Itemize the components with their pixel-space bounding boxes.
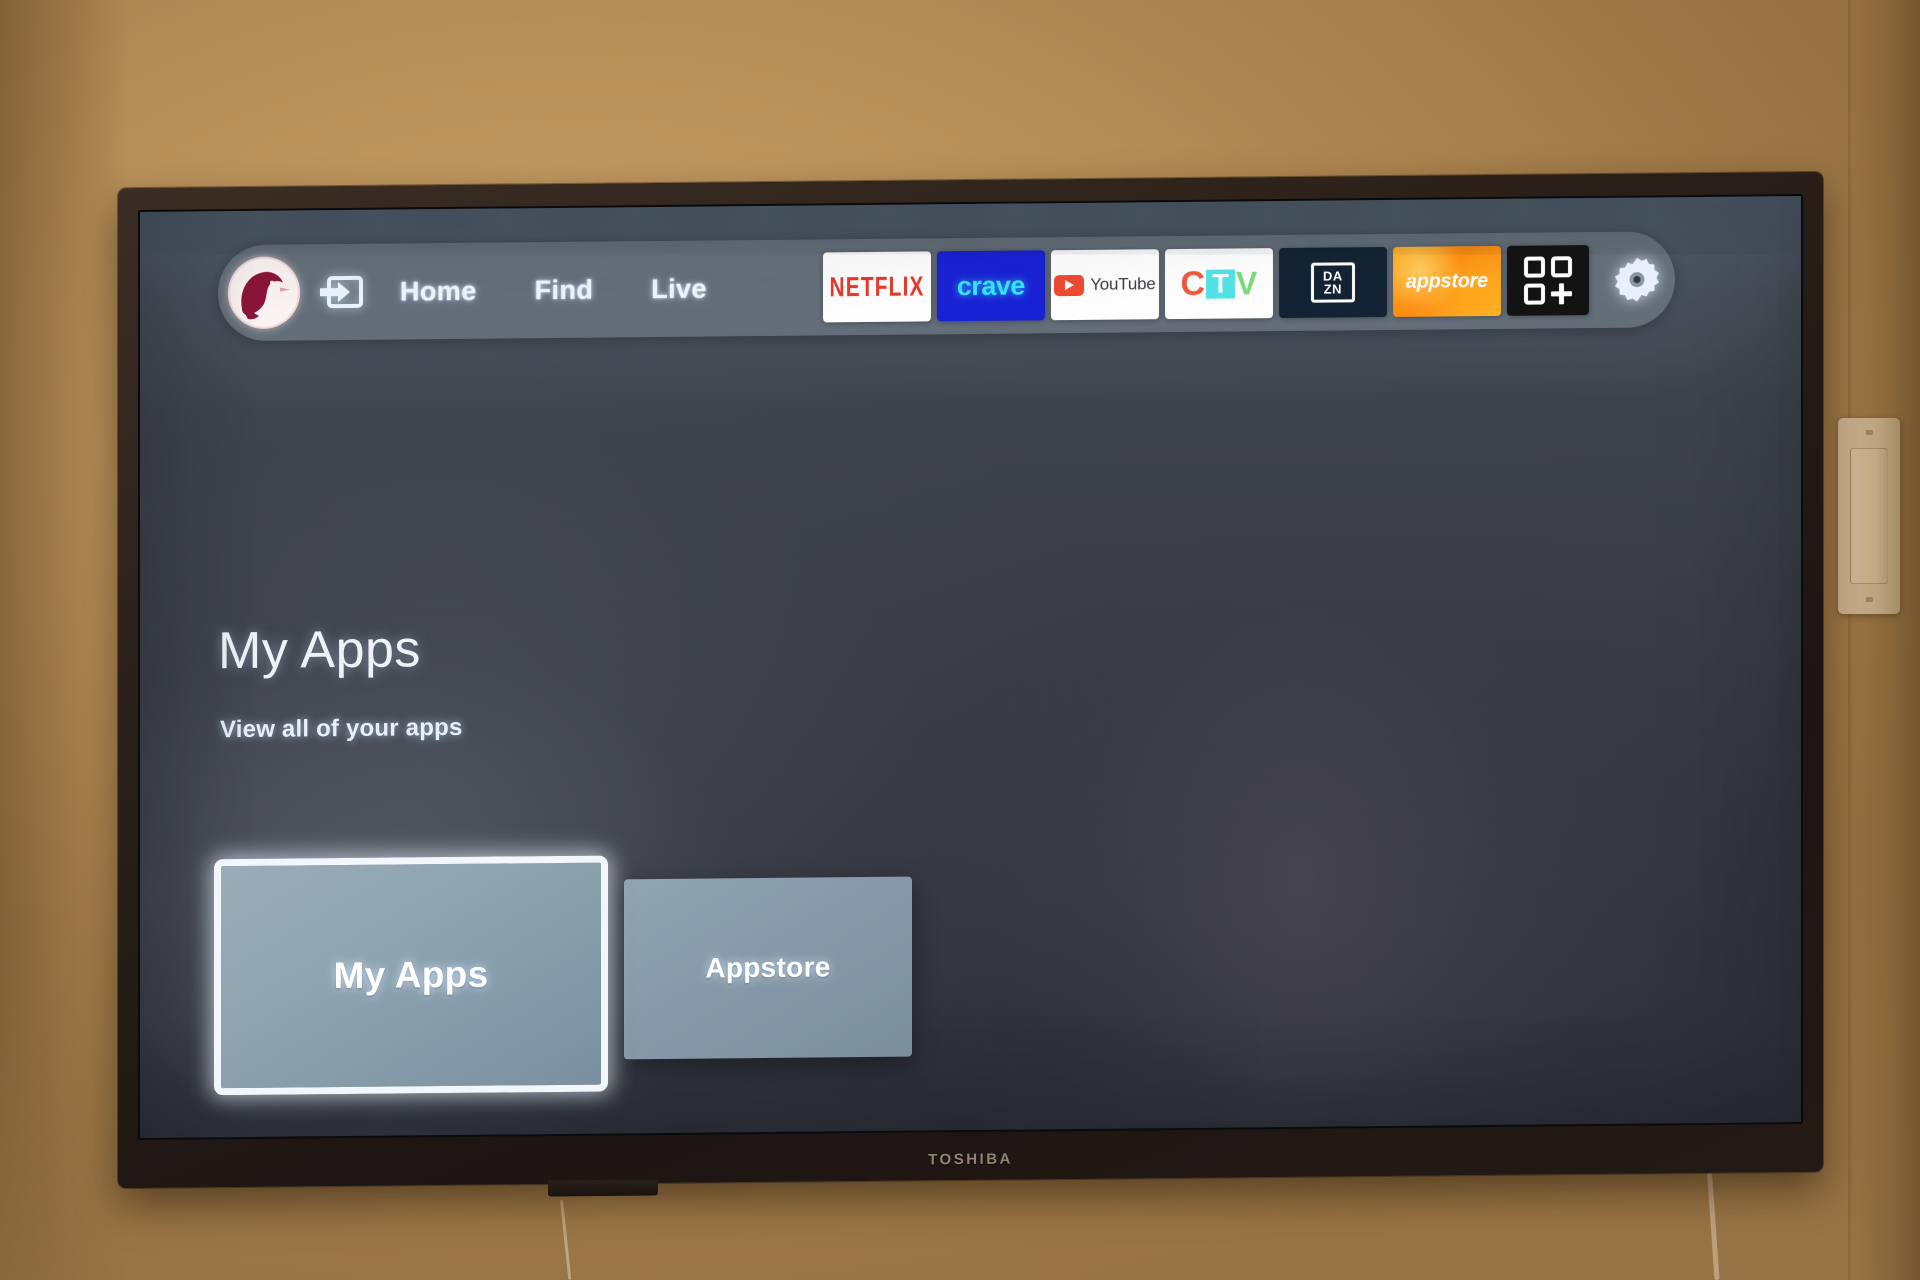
- apps-grid-plus-icon: [1551, 283, 1572, 304]
- tv-stand-foot: [548, 1179, 658, 1197]
- apps-grid-square-1: [1523, 256, 1545, 278]
- light-switch-rocker[interactable]: [1850, 448, 1888, 584]
- tv-brand-logo: TOSHIBA: [928, 1150, 1013, 1169]
- screen-reflection: [1020, 498, 1580, 1124]
- nav-app-tile-netflix[interactable]: NETFLIX: [822, 251, 931, 323]
- youtube-wordmark: YouTube: [1090, 274, 1156, 294]
- nav-app-tile-crave[interactable]: crave: [936, 250, 1045, 322]
- page-title: My Apps: [218, 620, 421, 681]
- apps-grid-square-2: [1550, 256, 1572, 278]
- wall-corner-right: [1850, 0, 1920, 1280]
- main-tile-row: My Apps Appstore: [214, 853, 912, 1096]
- netflix-wordmark: NETFLIX: [829, 270, 925, 303]
- dazn-logo: DA ZN: [1310, 262, 1355, 303]
- profile-avatar-bird-icon[interactable]: [228, 256, 300, 330]
- youtube-play-icon: [1054, 274, 1085, 296]
- light-switch-screw-top: [1866, 430, 1873, 435]
- ctv-letter-v: V: [1235, 265, 1258, 302]
- television: TOSHIBA Home Find Live NETFLIX crave You…: [118, 171, 1823, 1197]
- nav-link-live[interactable]: Live: [651, 273, 707, 305]
- apps-grid-icon: [1523, 256, 1572, 305]
- apps-grid-square-3: [1523, 283, 1545, 305]
- tile-my-apps-label: My Apps: [333, 953, 489, 997]
- ctv-letter-t: T: [1205, 268, 1235, 299]
- light-switch-screw-bottom: [1866, 597, 1873, 602]
- nav-app-tile-all-apps[interactable]: [1506, 245, 1589, 316]
- dazn-line-bottom: ZN: [1323, 281, 1343, 297]
- wall-corner-edge: [1848, 0, 1852, 1280]
- top-navigation-bar: Home Find Live NETFLIX crave YouTube C T…: [218, 231, 1675, 342]
- crave-wordmark: crave: [956, 269, 1025, 301]
- nav-link-find[interactable]: Find: [535, 274, 594, 306]
- nav-app-tile-youtube[interactable]: YouTube: [1050, 249, 1159, 321]
- ctv-letter-c: C: [1180, 264, 1205, 303]
- nav-app-tile-dazn[interactable]: DA ZN: [1278, 247, 1387, 319]
- nav-link-home[interactable]: Home: [400, 275, 477, 307]
- input-source-icon[interactable]: [318, 269, 364, 315]
- tile-my-apps[interactable]: My Apps: [214, 855, 608, 1096]
- gear-icon[interactable]: [1611, 253, 1663, 305]
- tv-screen: Home Find Live NETFLIX crave YouTube C T…: [140, 196, 1801, 1138]
- appstore-wordmark: appstore: [1405, 269, 1488, 293]
- nav-app-tile-ctv[interactable]: C T V: [1164, 248, 1273, 320]
- room-scene: TOSHIBA Home Find Live NETFLIX crave You…: [0, 0, 1920, 1280]
- page-subtitle: View all of your apps: [220, 713, 463, 744]
- light-switch-plate[interactable]: [1838, 418, 1900, 614]
- tile-appstore-label: Appstore: [705, 951, 831, 984]
- nav-app-tile-row: NETFLIX crave YouTube C T V DA ZN appsto…: [822, 245, 1589, 323]
- tile-appstore[interactable]: Appstore: [624, 876, 912, 1060]
- nav-app-tile-appstore[interactable]: appstore: [1392, 245, 1501, 317]
